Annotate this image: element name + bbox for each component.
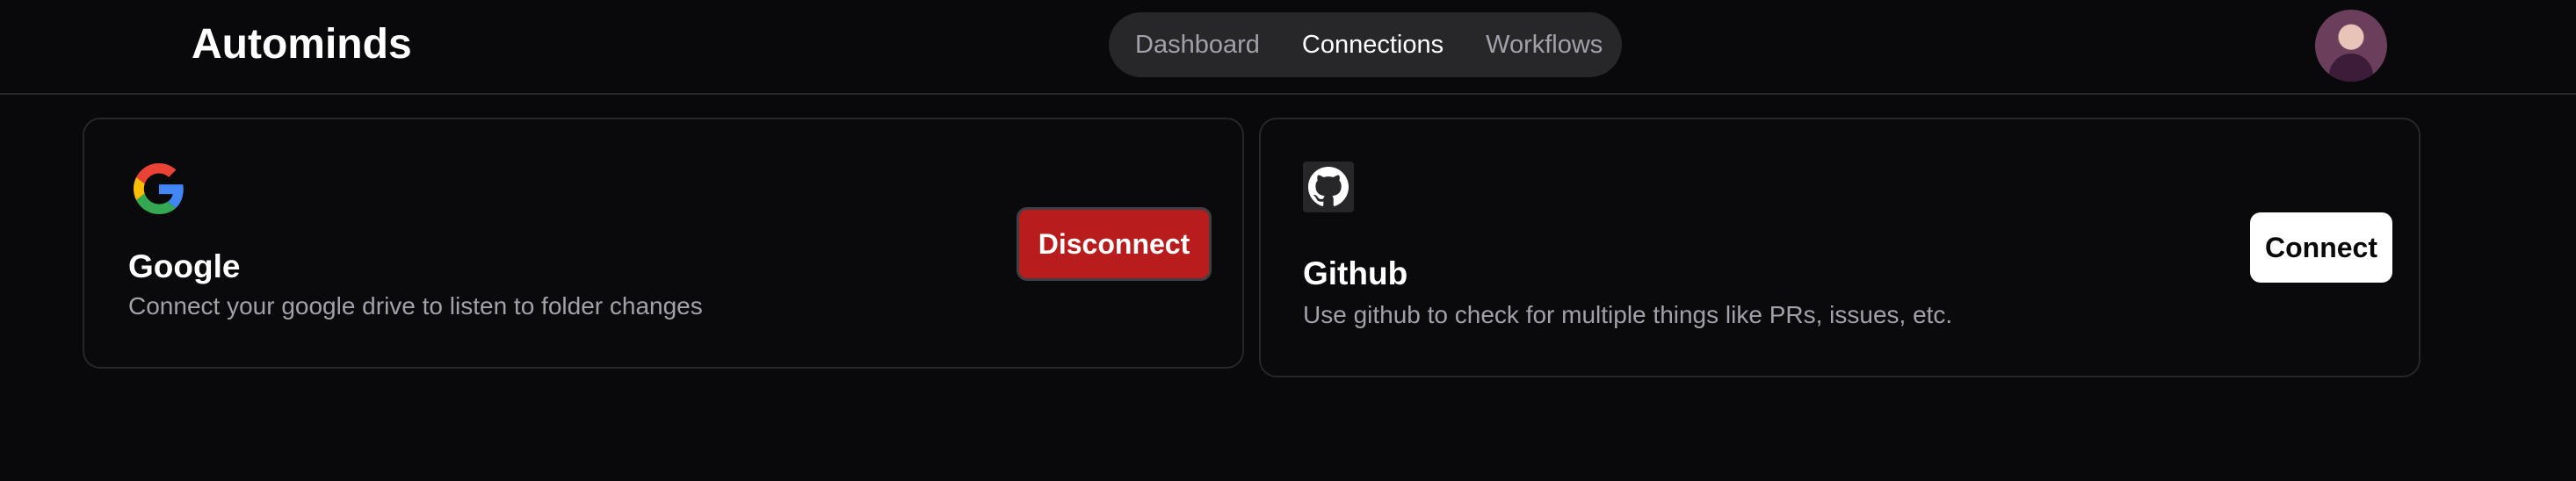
connection-card-google: Google Connect your google drive to list… xyxy=(83,118,1244,369)
avatar-silhouette xyxy=(2329,54,2373,82)
main-nav: Dashboard Connections Workflows xyxy=(1109,12,1622,77)
disconnect-button[interactable]: Disconnect xyxy=(1017,207,1212,281)
google-icon xyxy=(134,163,185,214)
nav-connections[interactable]: Connections xyxy=(1302,12,1444,77)
user-avatar[interactable] xyxy=(2315,10,2387,82)
connection-title: Google xyxy=(128,248,241,284)
nav-dashboard[interactable]: Dashboard xyxy=(1135,12,1260,77)
connection-title: Github xyxy=(1303,255,1408,291)
connection-description: Use github to check for multiple things … xyxy=(1303,301,1953,328)
connection-card-github: Github Use github to check for multiple … xyxy=(1259,118,2420,377)
top-header: Autominds Dashboard Connections Workflow… xyxy=(0,0,2576,95)
brand-logo-text[interactable]: Autominds xyxy=(192,19,412,70)
connection-description: Connect your google drive to listen to f… xyxy=(128,292,703,319)
connect-button[interactable]: Connect xyxy=(2250,212,2392,283)
github-icon xyxy=(1303,162,1354,212)
nav-workflows[interactable]: Workflows xyxy=(1486,12,1603,77)
